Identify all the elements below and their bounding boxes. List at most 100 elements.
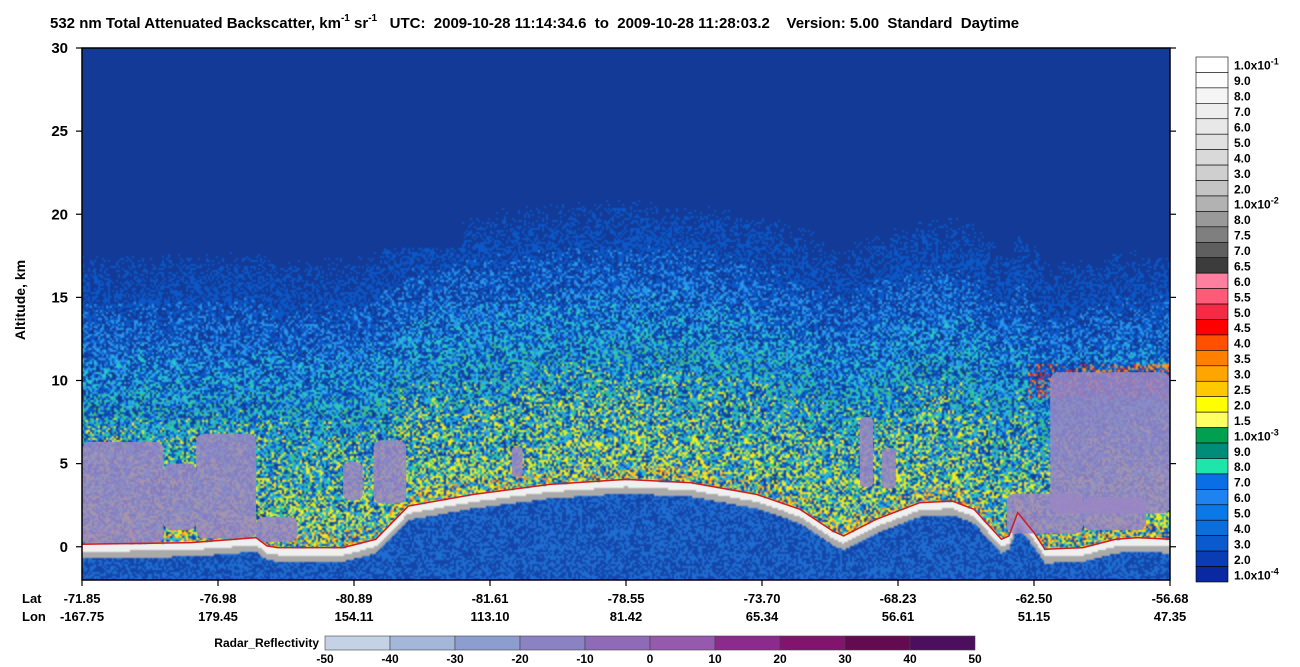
colorbar-exponent: -2 [1271,196,1279,206]
lat-tick-label: -76.98 [200,591,237,606]
colorbar-swatch [1195,411,1229,428]
colorbar-swatch [1195,334,1229,351]
colorbar-swatch [1195,458,1229,475]
radar-swatch [649,635,716,651]
radar-tick-label: -30 [446,652,464,666]
colorbar-label: 8.0 [1234,460,1251,474]
colorbar-label: 5.0 [1234,306,1251,320]
x-axis-geo: Lat Lon -71.85 -167.75 -76.98 179.45 -80.89 154… [22,580,1188,624]
radar-tick-label: 40 [903,652,917,666]
radar-tick-label: 0 [647,652,654,666]
lat-tick-label: -56.68 [1152,591,1189,606]
lat-tick-label: -78.55 [608,591,645,606]
colorbar-swatch [1195,303,1229,320]
radar-tick-label: 30 [838,652,852,666]
colorbar-swatch [1195,195,1229,212]
colorbar-swatch [1195,72,1229,89]
y-tick-label: 20 [51,206,68,223]
colorbar-swatch [1195,319,1229,336]
radar-tick-label: -20 [511,652,529,666]
lon-tick-label: 65.34 [746,609,779,624]
colorbar-exponent: -1 [1271,57,1279,67]
radar-swatch [779,635,846,651]
colorbar-label: 2.0 [1234,553,1251,567]
colorbar-label: 5.0 [1234,136,1251,150]
colorbar-swatch [1195,396,1229,413]
colorbar-swatch [1195,180,1229,197]
colorbar-label: 5.5 [1234,290,1251,304]
colorbar-label: 9.0 [1234,445,1251,459]
radar-swatch [454,635,521,651]
colorbar-exponent: -4 [1271,566,1279,576]
colorbar-label: 3.0 [1234,167,1251,181]
radar-cloud-2 [196,433,257,539]
lon-tick-label: 113.10 [470,609,509,624]
plot-area [81,47,1171,581]
radar-tick-label: -50 [316,652,334,666]
colorbar-label: 4.5 [1234,321,1251,335]
radar-cloud-7 [859,417,873,487]
colorbar-swatch [1195,550,1229,567]
figure-title: 532 nm Total Attenuated Backscatter, km-… [50,13,1019,32]
radar-cloud-0 [82,442,164,544]
lat-label: Lat [22,591,42,606]
colorbar-swatch [1195,272,1229,289]
colorbar-swatch [1195,427,1229,444]
colorbar-swatch [1195,519,1229,536]
colorbar-swatch [1195,535,1229,552]
radar-swatch [714,635,781,651]
colorbar-label: 4.0 [1234,151,1251,165]
colorbar-label: 2.0 [1234,398,1251,412]
radar-cloud-4 [343,461,363,501]
colorbar-label: 6.0 [1234,491,1251,505]
colorbar-label: 7.5 [1234,229,1251,243]
colorbar-label: 1.0x10-4 [1234,566,1279,582]
colorbar-swatch [1195,226,1229,243]
colorbar-label: 1.0x10-2 [1234,196,1279,212]
lat-tick-label: -73.70 [744,591,781,606]
colorbar-swatch [1195,118,1229,135]
radar-cloud-8 [881,448,896,489]
colorbar-swatch [1195,504,1229,521]
radar-swatch [584,635,651,651]
colorbar-label: 2.5 [1234,383,1251,397]
lat-tick-label: -81.61 [472,591,509,606]
radar-bar-label: Radar_Reflectivity [214,636,319,650]
colorbar-swatch [1195,489,1229,506]
y-tick-label: 5 [60,456,68,473]
y-tick-label: 30 [51,40,68,57]
colorbar-swatch [1195,87,1229,104]
backscatter-figure: 532 nm Total Attenuated Backscatter, km-… [12,13,1279,666]
radar-reflectivity-colorbar: Radar_Reflectivity -50 -40 -30 -20 -10 0 10 20 30… [214,635,982,666]
lon-label: Lon [22,609,46,624]
colorbar-label: 4.0 [1234,337,1251,351]
colorbar-label: 8.0 [1234,90,1251,104]
colorbar-swatch [1195,365,1229,382]
colorbar-label: 1.5 [1234,414,1251,428]
colorbar-label: 5.0 [1234,507,1251,521]
radar-cloud-6 [511,447,523,477]
y-tick-label: 15 [51,289,68,306]
colorbar-swatch [1195,164,1229,181]
lat-tick-label: -62.50 [1016,591,1053,606]
radar-swatch [389,635,456,651]
colorbar-label: 6.5 [1234,259,1251,273]
colorbar-label: 3.0 [1234,537,1251,551]
radar-swatch [844,635,911,651]
colorbar-label: 7.0 [1234,244,1251,258]
colorbar-label: 8.0 [1234,213,1251,227]
title-version: Version: 5.00 Standard Daytime [787,15,1020,32]
colorbar-label: 1.0x10-3 [1234,427,1279,443]
y-axis-label: Altitude, km [12,260,28,340]
radar-tick-label: -40 [381,652,399,666]
colorbar-swatch [1195,149,1229,166]
radar-swatch [519,635,586,651]
lat-tick-label: -68.23 [880,591,917,606]
lon-tick-label: 179.45 [198,609,238,624]
y-tick-label: 25 [51,123,68,140]
colorbar-label: 7.0 [1234,105,1251,119]
colorbar-label: 1.0x10-1 [1234,57,1279,73]
radar-swatch [324,635,391,651]
radar-cloud-11 [1050,372,1170,514]
backscatter-colorbar: 1.0x10-19.08.07.06.05.04.03.02.01.0x10-2… [1195,56,1279,583]
